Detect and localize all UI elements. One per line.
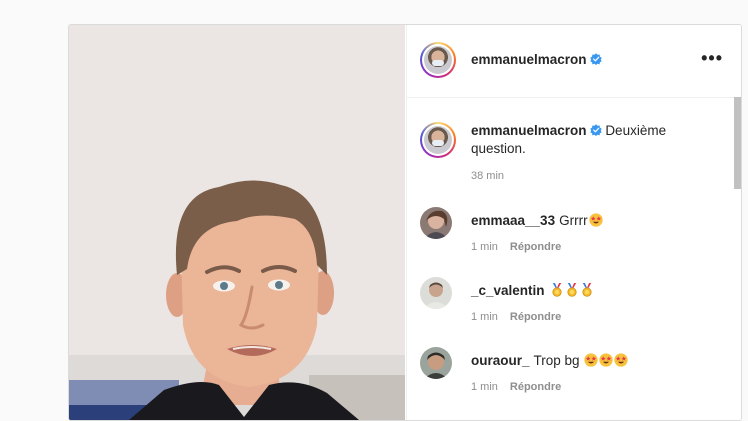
commenter-avatar[interactable]	[420, 347, 452, 379]
reply-button[interactable]: Répondre	[510, 241, 561, 253]
post-header: emmanuelmacron •••	[407, 25, 741, 98]
author-username-text[interactable]: emmanuelmacron	[471, 52, 587, 67]
comment-meta: 1 min Répondre	[471, 241, 561, 253]
comment-meta: 1 min Répondre	[471, 311, 561, 323]
comments-scrollbar[interactable]	[734, 97, 741, 189]
video-frame-image	[69, 25, 405, 420]
star-struck-emoji-icon	[614, 353, 628, 367]
post-card: emmanuelmacron ••• emmanuelmacron Deuxiè…	[68, 24, 742, 421]
comment-item: ouraour_ Trop bg 1 min Répondre	[420, 347, 720, 407]
more-options-icon[interactable]: •••	[701, 49, 723, 67]
author-username[interactable]: emmanuelmacron	[471, 52, 602, 67]
caption-author-avatar-image	[424, 126, 452, 154]
comment-timestamp[interactable]: 1 min	[471, 311, 498, 323]
star-struck-emoji-icon	[599, 353, 613, 367]
verified-badge-icon	[590, 53, 602, 65]
caption-author-username[interactable]: emmanuelmacron	[471, 123, 587, 138]
comment-text: emmaaa__33 Grrrr	[471, 213, 603, 228]
caption-timestamp[interactable]: 38 min	[471, 170, 504, 182]
medal-emoji-icon	[580, 283, 594, 297]
star-struck-emoji-icon	[584, 353, 598, 367]
commenter-username[interactable]: emmaaa__33	[471, 213, 555, 228]
author-avatar-image	[424, 46, 452, 74]
comment-item: emmaaa__33 Grrrr 1 min Répondre	[420, 207, 720, 267]
comment-text: ouraour_ Trop bg	[471, 353, 628, 368]
commenter-avatar[interactable]	[420, 207, 452, 239]
star-struck-emoji-icon	[589, 213, 603, 227]
commenter-username[interactable]: ouraour_	[471, 353, 530, 368]
post-side-panel: emmanuelmacron ••• emmanuelmacron Deuxiè…	[406, 25, 741, 420]
medal-emoji-icon	[565, 283, 579, 297]
post-video[interactable]	[69, 25, 405, 420]
comment-text: _c_valentin	[471, 283, 594, 298]
caption-text: emmanuelmacron Deuxième question.	[471, 122, 711, 158]
comment-timestamp[interactable]: 1 min	[471, 241, 498, 253]
comment-meta: 1 min Répondre	[471, 381, 561, 393]
comment-item: _c_valentin 1 min Répondre	[420, 277, 720, 337]
comment-timestamp[interactable]: 1 min	[471, 381, 498, 393]
medal-emoji-icon	[550, 283, 564, 297]
comment-message: Grrrr	[559, 213, 588, 228]
commenter-username[interactable]: _c_valentin	[471, 283, 545, 298]
reply-button[interactable]: Répondre	[510, 381, 561, 393]
verified-badge-icon	[590, 124, 602, 136]
commenter-avatar[interactable]	[420, 277, 452, 309]
reply-button[interactable]: Répondre	[510, 311, 561, 323]
author-avatar[interactable]	[420, 42, 456, 78]
comment-message: Trop bg	[533, 353, 580, 368]
caption-author-avatar[interactable]	[420, 122, 456, 158]
